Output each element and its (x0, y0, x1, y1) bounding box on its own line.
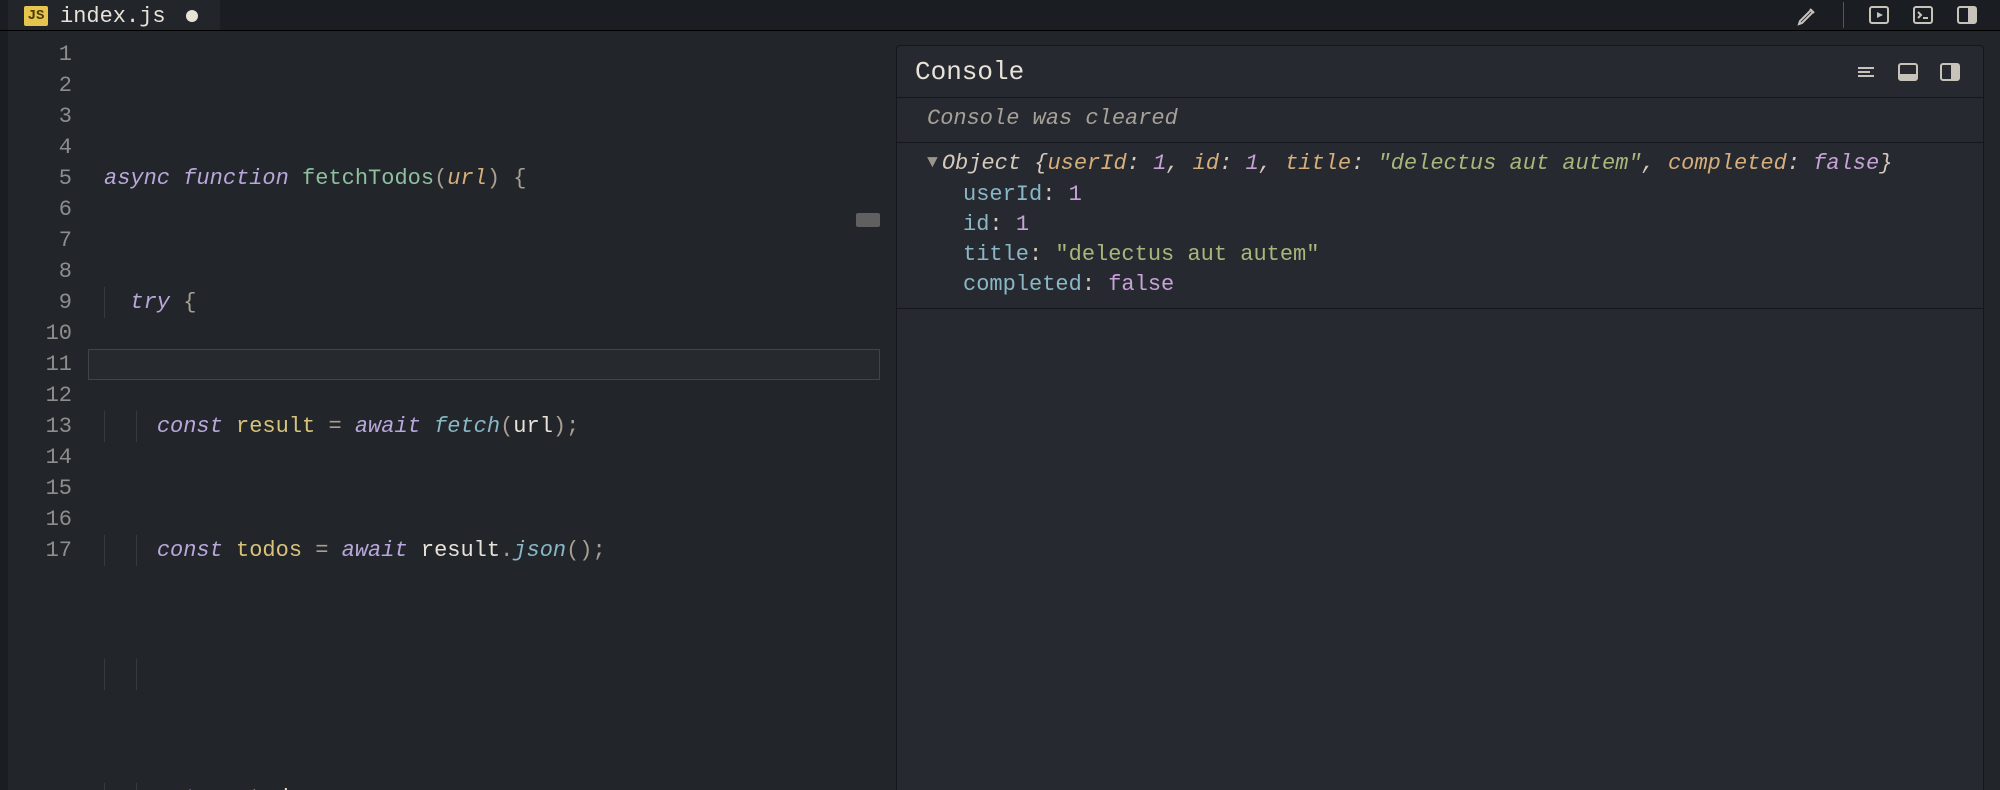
code-line[interactable]: return todos; (88, 783, 880, 790)
code-line[interactable]: const result = await fetch(url); (88, 411, 880, 442)
clear-icon (1854, 60, 1878, 84)
object-property: userId: 1 (963, 180, 1953, 210)
console-title: Console (915, 57, 1839, 87)
object-expanded: userId: 1 id: 1 title: "delectus aut aut… (927, 180, 1953, 300)
clear-console-button[interactable] (1851, 57, 1881, 87)
panel-layout-icon (1955, 3, 1979, 27)
expand-caret-icon[interactable]: ▼ (927, 148, 938, 178)
object-summary[interactable]: ▼Object {userId: 1, id: 1, title: "delec… (927, 149, 1953, 180)
terminal-button[interactable] (1908, 0, 1938, 30)
console-panel: Console Console was cleared ▼Object {use… (896, 45, 1984, 790)
code-area[interactable]: async function fetchTodos(url) { try { c… (88, 31, 880, 790)
topbar-actions (1775, 0, 2000, 30)
minimap[interactable] (856, 31, 880, 790)
console-cleared-message: Console was cleared (897, 98, 1983, 143)
object-property: id: 1 (963, 210, 1953, 240)
tab-index-js[interactable]: JS index.js (8, 0, 220, 30)
activity-strip (0, 0, 8, 30)
object-property: completed: false (963, 270, 1953, 300)
active-line-highlight (88, 349, 880, 380)
topbar-spacer (220, 0, 1775, 30)
console-output[interactable]: Console was cleared ▼Object {userId: 1, … (897, 98, 1983, 790)
panel-bottom-button[interactable] (1893, 57, 1923, 87)
edit-button[interactable] (1793, 0, 1823, 30)
panel-right-icon (1938, 60, 1962, 84)
console-log-entry[interactable]: ▼Object {userId: 1, id: 1, title: "delec… (897, 143, 1983, 309)
preview-button[interactable] (1864, 0, 1894, 30)
minimap-handle[interactable] (856, 213, 880, 227)
code-line[interactable]: try { (88, 287, 880, 318)
pencil-icon (1796, 3, 1820, 27)
tab-filename: index.js (60, 4, 166, 29)
code-line[interactable] (88, 659, 880, 690)
object-property: title: "delectus aut autem" (963, 240, 1953, 270)
code-line[interactable]: const todos = await result.json(); (88, 535, 880, 566)
code-line[interactable]: async function fetchTodos(url) { (88, 163, 880, 194)
topbar: JS index.js (0, 0, 2000, 31)
main-split: 1234567891011121314151617 async function… (0, 31, 2000, 790)
unsaved-indicator-icon (186, 10, 198, 22)
console-panel-wrap: Console Console was cleared ▼Object {use… (880, 31, 2000, 790)
terminal-icon (1911, 3, 1935, 27)
panel-right-button[interactable] (1935, 57, 1965, 87)
layout-button[interactable] (1952, 0, 1982, 30)
code-editor[interactable]: 1234567891011121314151617 async function… (0, 31, 880, 790)
console-header: Console (897, 46, 1983, 98)
separator (1843, 2, 1844, 28)
play-window-icon (1867, 3, 1891, 27)
line-number-gutter: 1234567891011121314151617 (8, 31, 88, 790)
js-file-icon: JS (24, 6, 48, 26)
panel-bottom-icon (1896, 60, 1920, 84)
